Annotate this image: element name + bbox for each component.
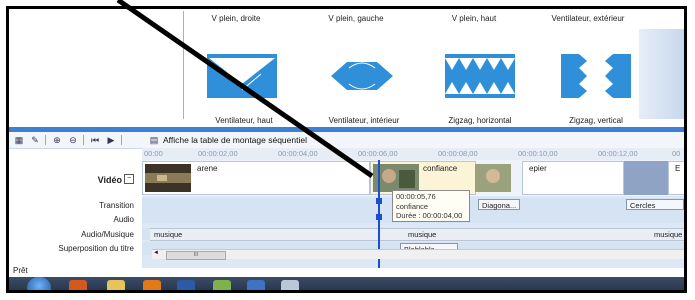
zoom-in-icon[interactable]: ⊕ [51,134,63,146]
music-clip[interactable]: musique musique musique [150,228,684,241]
music-segment-label: musique [654,230,683,239]
status-text: Prêt [13,266,28,275]
zoom-out-icon[interactable]: ⊖ [67,134,79,146]
clip-name: confiance [423,164,458,173]
ruler-tick: 00:00:02,00 [198,149,238,158]
video-clip-e[interactable]: E [668,161,684,195]
toolbar-separator [121,135,122,145]
transition-thumb-ventilateur-haut[interactable] [207,54,277,98]
transition-label-ventilateur-exterieur: Ventilateur, extérieur [551,14,625,23]
transition-thumb-zigzag-vertical[interactable] [561,54,631,98]
ruler-tick: 00 [672,149,681,158]
timeline-scrollbar[interactable]: ◄ III [152,249,684,260]
toolbar-separator [83,135,84,145]
clip-thumbnail [145,164,191,192]
zigzag-horizontal-transition-icon [445,54,515,98]
app-icon[interactable] [177,280,195,290]
transition-label-v-plein-droite: V plein, droite [211,14,261,23]
show-storyboard-button[interactable]: Affiche la table de montage séquentiel [163,135,307,145]
transition-thumb-zigzag-horizontal[interactable] [445,54,515,98]
playhead-marker [376,214,382,220]
movie-maker-icon[interactable] [281,280,299,290]
paint-icon[interactable] [213,280,231,290]
ruler-tick: 00:00:06,00 [358,149,398,158]
clip-name: E [675,164,681,173]
clip-tooltip: 00:00:05,76 confiance Durée : 00:00:04,0… [392,190,470,222]
narrate-mic-icon[interactable]: ✎ [29,134,41,146]
ruler-tick: 00:00:12,00 [598,149,638,158]
clip-name: epier [529,164,547,173]
tooltip-clip: confiance [396,201,429,211]
scroll-thumb[interactable]: III [166,251,226,260]
transition-label-ventilateur-interieur: Ventilateur, intérieur [328,116,400,125]
audio-track-label: Audio [113,215,134,224]
ruler-tick: 00:00:04,00 [278,149,318,158]
transition-label-zigzag-horizontal: Zigzag, horizontal [448,116,512,125]
media-player-icon[interactable] [143,280,161,290]
gallery-divider [183,11,184,119]
start-button[interactable] [27,277,51,290]
tooltip-time: 00:00:05,76 [396,192,436,201]
track-labels: Vidéo − Transition Audio Audio/Musique S… [9,160,142,270]
transition-block[interactable] [624,161,668,195]
fan-up-transition-icon [207,54,277,98]
toolbar-separator [45,135,46,145]
document-icon[interactable] [247,280,265,290]
transition-thumb-ventilateur-interieur[interactable] [327,54,397,98]
rewind-icon[interactable]: ⏮ [89,134,101,146]
music-segment-label: musique [154,230,183,239]
transition-label-ventilateur-haut: Ventilateur, haut [215,116,273,125]
video-clip-epier[interactable]: epier [522,161,624,195]
playhead-marker [376,198,382,204]
title-overlay-track-label: Superposition du titre [58,244,134,253]
transition-chip-diagonal[interactable]: Diagona... [478,199,521,210]
clip-thumbnail [475,164,511,192]
explorer-icon[interactable] [107,280,125,290]
ruler-tick: 00:00:10,00 [518,149,558,158]
windows-taskbar [9,277,684,290]
timeline-toolbar: ▦ ✎ ⊕ ⊖ ⏮ ▶ ▤ Affiche la table de montag… [9,132,684,149]
movie-maker-window: V plein, droite V plein, gauche V plein,… [6,6,687,293]
transition-label-v-plein-haut: V plein, haut [451,14,497,23]
music-segment-label: musique [408,230,437,239]
storyboard-icon[interactable]: ▤ [148,134,160,146]
transition-label-v-plein-gauche: V plein, gauche [328,14,384,23]
transition-track-label: Transition [99,201,134,210]
tooltip-duration: Durée : 00:00:04,00 [396,211,463,220]
transition-chip-cercles[interactable]: Cercles [626,199,684,210]
audio-music-track-label: Audio/Musique [81,230,134,239]
scroll-left-arrow[interactable]: ◄ [153,250,159,256]
status-bar: Prêt [9,264,684,277]
clip-name: arene [197,164,218,173]
scroll-grip-icon: III [193,252,199,258]
fan-in-transition-icon [327,54,397,98]
storyboard-grid-icon[interactable]: ▦ [13,134,25,146]
transitions-gallery: V plein, droite V plein, gauche V plein,… [9,9,684,127]
gallery-scroll-area [639,29,684,119]
play-icon[interactable]: ▶ [105,134,117,146]
zigzag-vertical-transition-icon [561,54,631,98]
ruler-tick: 00:00 [144,149,163,158]
firefox-icon[interactable] [69,280,87,290]
video-track-label: Vidéo [97,175,122,185]
video-clip-arene[interactable]: arene [142,161,370,195]
ruler-tick: 00:00:08,00 [438,149,478,158]
audio-music-track: musique musique musique [142,228,684,241]
collapse-video-toggle[interactable]: − [124,174,134,184]
transition-label-zigzag-vertical: Zigzag, vertical [569,116,623,125]
